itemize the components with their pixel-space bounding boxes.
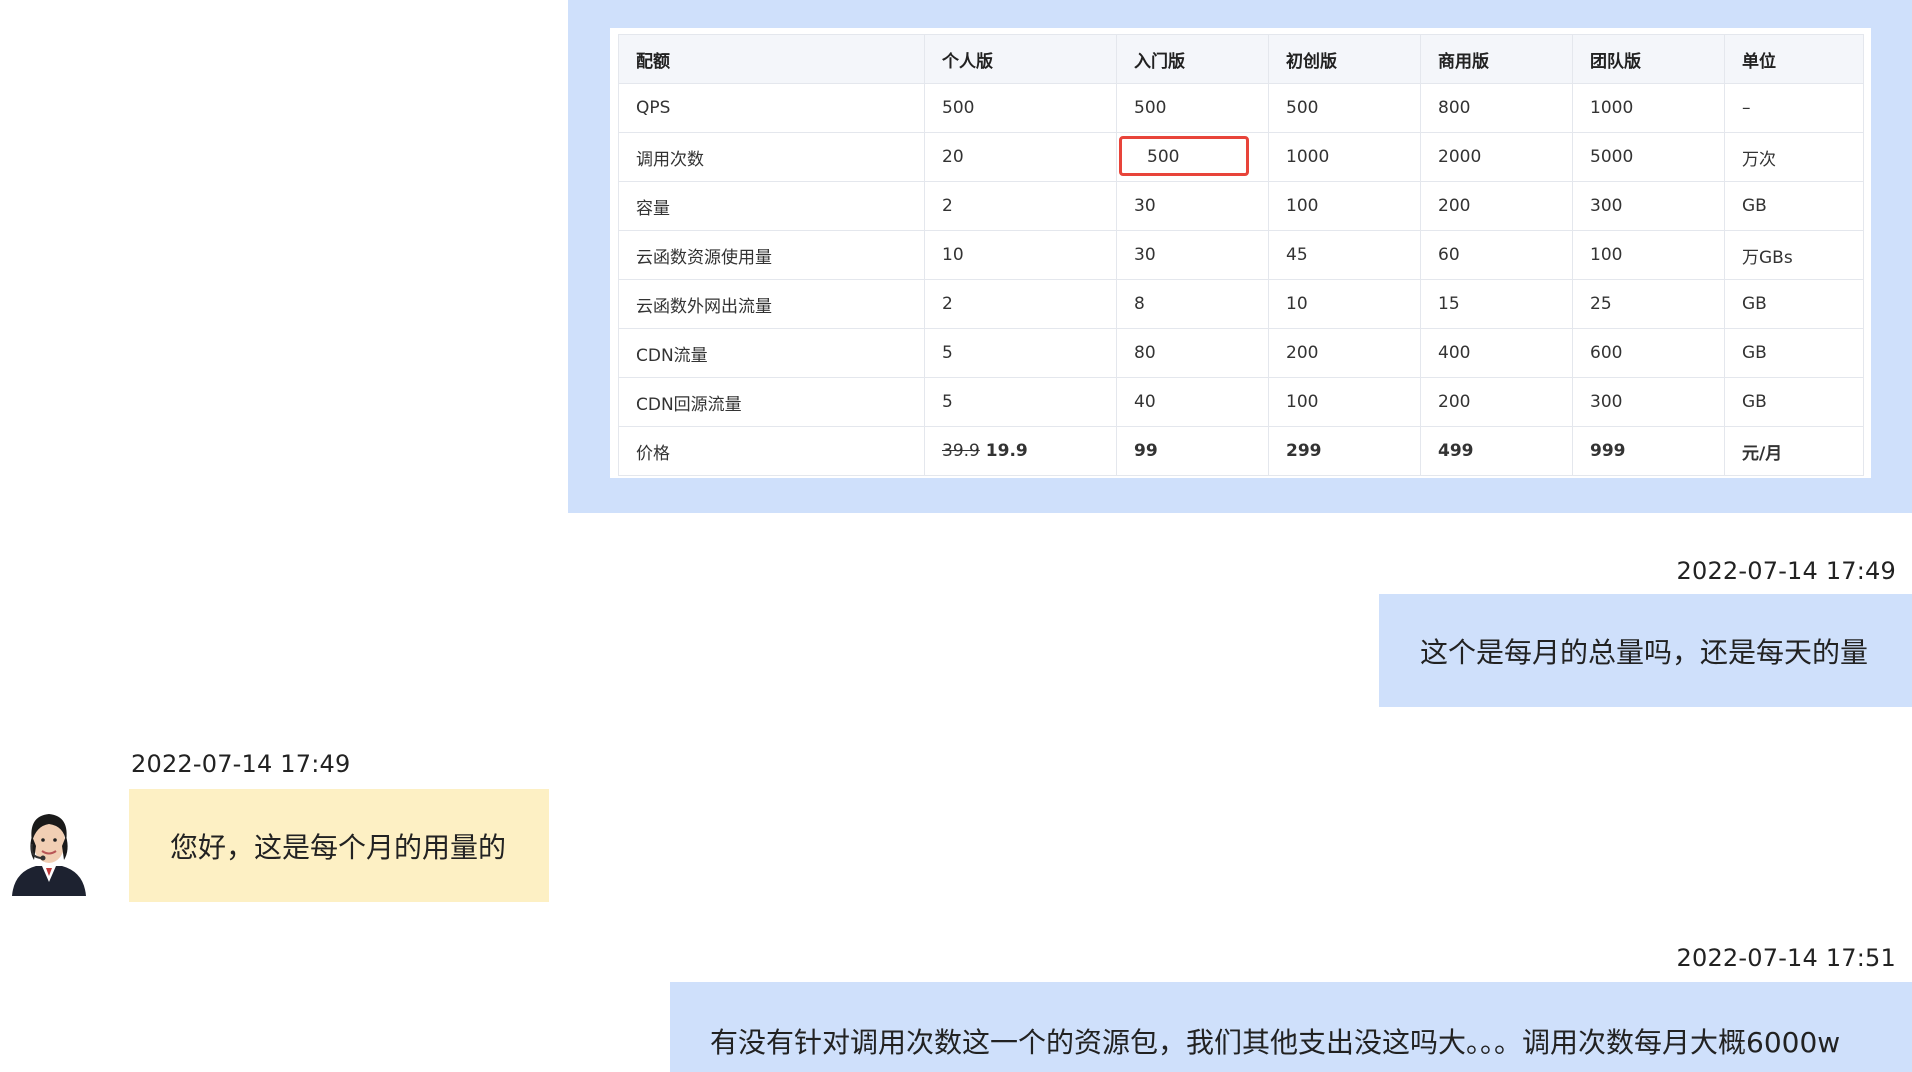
header-cell: 个人版 (924, 34, 1117, 84)
customer-service-agent-avatar-icon (12, 814, 86, 896)
price-unit: 元/月 (1724, 426, 1864, 476)
message-text: 这个是每月的总量吗，还是每天的量 (1420, 635, 1869, 669)
table-cell: 5 (924, 377, 1117, 427)
outgoing-message-bubble[interactable]: 有没有针对调用次数这一个的资源包，我们其他支出没这吗大。。。调用次数每月大概60… (670, 982, 1912, 1072)
header-cell: 入门版 (1116, 34, 1269, 84)
header-cell: 初创版 (1268, 34, 1421, 84)
agent-avatar[interactable] (8, 806, 90, 896)
table-row: QPS 500 500 500 800 1000 – (618, 83, 1864, 133)
highlighted-cell: 500 (1116, 132, 1269, 182)
table-cell: 30 (1116, 230, 1269, 280)
table-cell: 云函数资源使用量 (618, 230, 925, 280)
table-cell: 2000 (1420, 132, 1573, 182)
table-row: 云函数资源使用量 10 30 45 60 100 万GBs (618, 230, 1864, 280)
table-row: CDN流量 5 80 200 400 600 GB (618, 328, 1864, 378)
table-cell: 60 (1420, 230, 1573, 280)
table-cell: 100 (1268, 377, 1421, 427)
table-row: 调用次数 20 500 1000 2000 5000 万次 (618, 132, 1864, 182)
table-cell: 100 (1268, 181, 1421, 231)
table-cell: QPS (618, 83, 925, 133)
quota-table-image: 配额 个人版 入门版 初创版 商用版 团队版 单位 QPS 500 500 50… (610, 28, 1871, 478)
table-cell: 容量 (618, 181, 925, 231)
original-price: 39.9 (942, 441, 980, 461)
message-text: 有没有针对调用次数这一个的资源包，我们其他支出没这吗大。。。调用次数每月大概60… (710, 1026, 1841, 1059)
header-cell: 团队版 (1572, 34, 1725, 84)
table-cell: 2 (924, 279, 1117, 329)
table-cell: 5000 (1572, 132, 1725, 182)
header-cell: 商用版 (1420, 34, 1573, 84)
table-cell: 200 (1420, 181, 1573, 231)
table-cell: CDN流量 (618, 328, 925, 378)
table-cell: 10 (924, 230, 1117, 280)
table-cell: 80 (1116, 328, 1269, 378)
table-cell: 15 (1420, 279, 1573, 329)
message-text: 您好，这是每个月的用量的 (170, 830, 507, 864)
table-cell: 25 (1572, 279, 1725, 329)
table-cell: GB (1724, 279, 1864, 329)
table-cell: 云函数外网出流量 (618, 279, 925, 329)
incoming-message-bubble[interactable]: 您好，这是每个月的用量的 (129, 789, 549, 902)
price-personal: 39.9 19.9 (924, 426, 1117, 476)
price-business: 499 (1420, 426, 1573, 476)
discount-price: 19.9 (985, 441, 1028, 461)
table-cell: 30 (1116, 181, 1269, 231)
outgoing-message-bubble[interactable]: 这个是每月的总量吗，还是每天的量 (1379, 594, 1912, 707)
table-cell: 100 (1572, 230, 1725, 280)
table-cell: 400 (1420, 328, 1573, 378)
table-cell: 300 (1572, 181, 1725, 231)
table-cell: GB (1724, 377, 1864, 427)
price-row: 价格 39.9 19.9 99 299 499 999 元/月 (618, 426, 1864, 476)
table-cell: 500 (924, 83, 1117, 133)
table-cell: 20 (924, 132, 1117, 182)
message-timestamp: 2022-07-14 17:49 (131, 750, 351, 778)
price-starter: 99 (1116, 426, 1269, 476)
price-team: 999 (1572, 426, 1725, 476)
table-cell: 2 (924, 181, 1117, 231)
table-cell: 40 (1116, 377, 1269, 427)
header-cell: 单位 (1724, 34, 1864, 84)
table-cell: 10 (1268, 279, 1421, 329)
table-cell: 5 (924, 328, 1117, 378)
quota-table: 配额 个人版 入门版 初创版 商用版 团队版 单位 QPS 500 500 50… (618, 34, 1864, 476)
table-cell: 600 (1572, 328, 1725, 378)
table-cell: 500 (1268, 83, 1421, 133)
table-cell: 800 (1420, 83, 1573, 133)
table-cell: 300 (1572, 377, 1725, 427)
table-cell: GB (1724, 181, 1864, 231)
table-row: 云函数外网出流量 2 8 10 15 25 GB (618, 279, 1864, 329)
table-cell: 200 (1420, 377, 1573, 427)
table-cell: – (1724, 83, 1864, 133)
table-cell: 8 (1116, 279, 1269, 329)
price-startup: 299 (1268, 426, 1421, 476)
image-message-bubble[interactable]: 配额 个人版 入门版 初创版 商用版 团队版 单位 QPS 500 500 50… (568, 0, 1912, 513)
message-timestamp: 2022-07-14 17:51 (1676, 944, 1896, 972)
table-cell: 200 (1268, 328, 1421, 378)
table-cell: 万次 (1724, 132, 1864, 182)
table-cell: 45 (1268, 230, 1421, 280)
message-timestamp: 2022-07-14 17:49 (1676, 557, 1896, 585)
price-label: 价格 (618, 426, 925, 476)
table-row: CDN回源流量 5 40 100 200 300 GB (618, 377, 1864, 427)
table-cell: GB (1724, 328, 1864, 378)
header-cell: 配额 (618, 34, 925, 84)
table-cell: 调用次数 (618, 132, 925, 182)
table-cell: CDN回源流量 (618, 377, 925, 427)
highlighted-value: 500 (1147, 147, 1180, 167)
table-row: 容量 2 30 100 200 300 GB (618, 181, 1864, 231)
table-header-row: 配额 个人版 入门版 初创版 商用版 团队版 单位 (618, 34, 1864, 84)
table-cell: 500 (1116, 83, 1269, 133)
table-cell: 1000 (1268, 132, 1421, 182)
table-cell: 万GBs (1724, 230, 1864, 280)
table-cell: 1000 (1572, 83, 1725, 133)
